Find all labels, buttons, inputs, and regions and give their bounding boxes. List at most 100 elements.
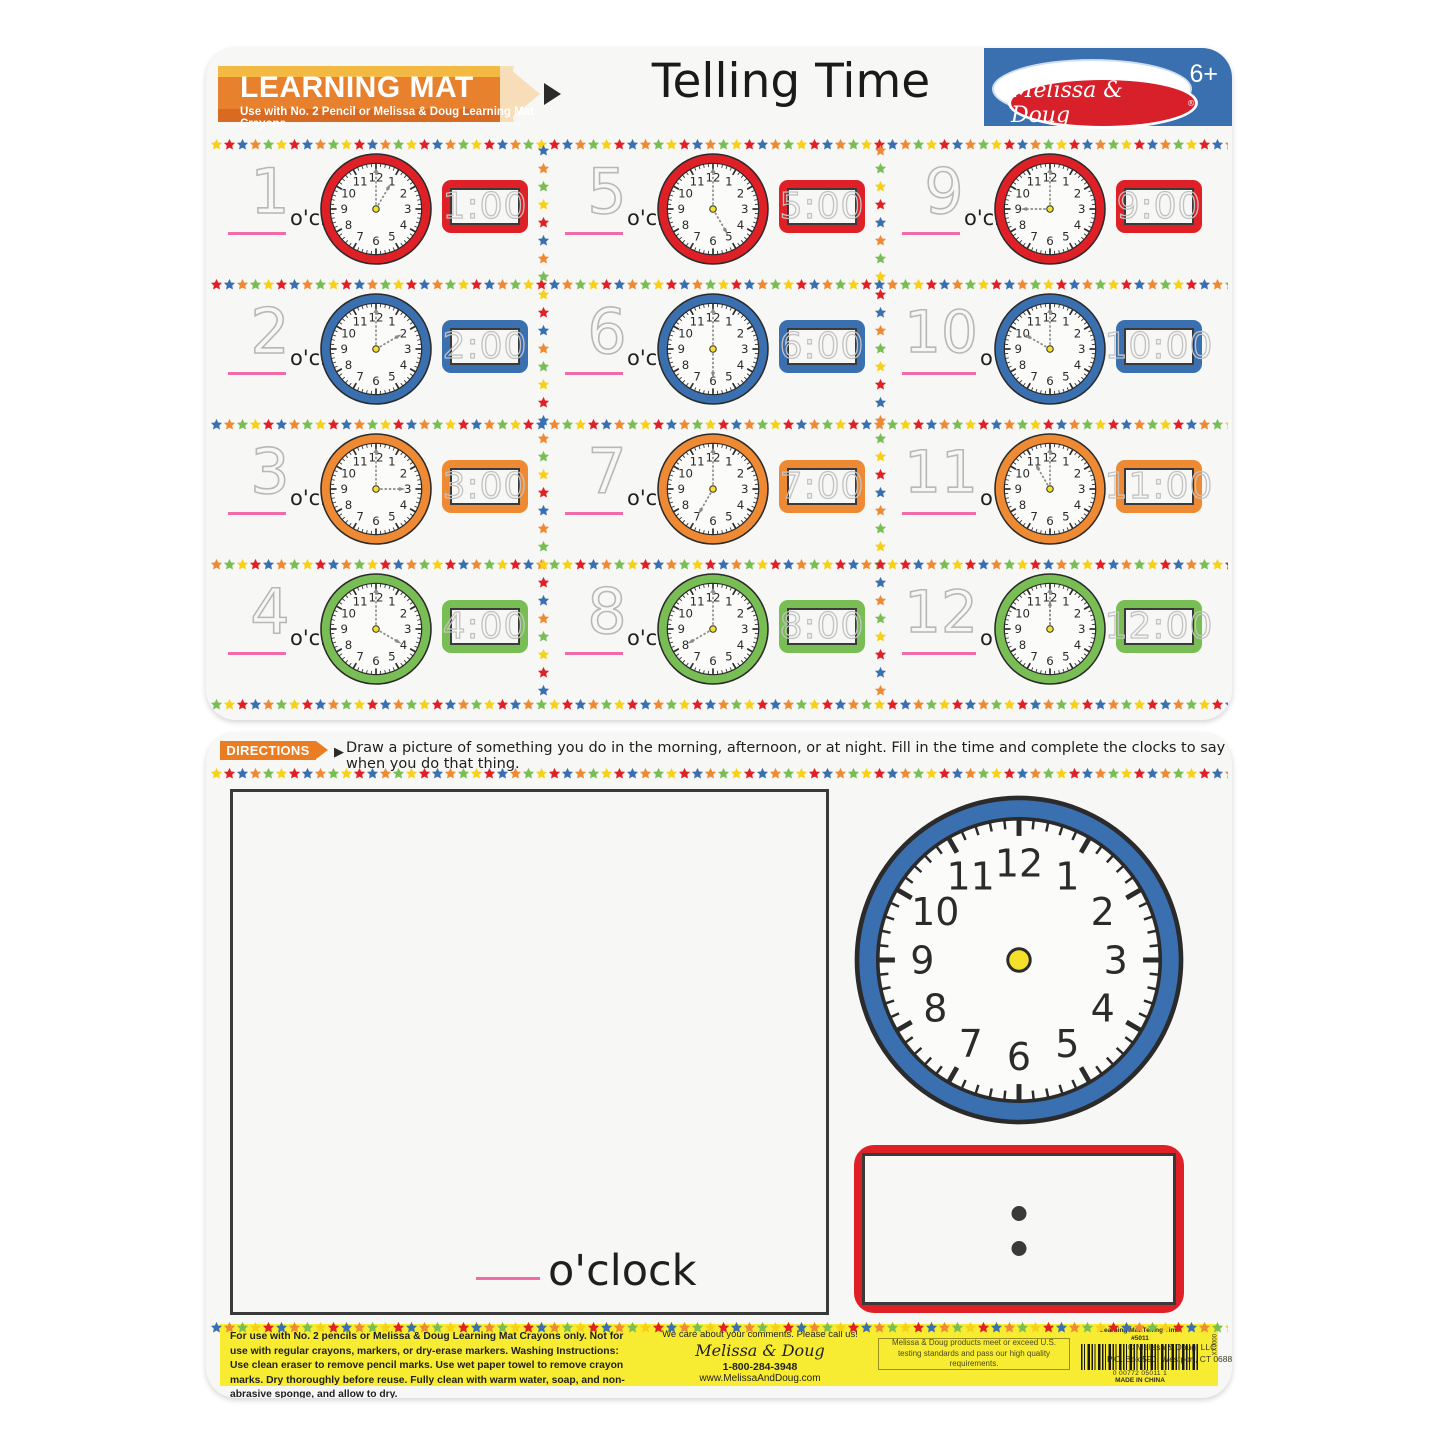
star-icon [483,278,496,291]
analog-clock[interactable]: 12 1 2 3 4 5 6 7 8 9 10 11 [320,433,432,550]
star-icon [795,278,808,291]
clock-numeral: 6 [372,234,379,248]
star-icon [366,698,379,711]
digital-clock[interactable]: 9:00 [1116,180,1202,233]
clock-exercise-cell[interactable]: 6o'clock1212345678910116:00 [547,286,874,417]
star-icon [444,698,457,711]
analog-clock[interactable]: 12 1 2 3 4 5 6 7 8 9 10 11 [994,433,1106,550]
hour-write-line[interactable] [565,372,623,375]
star-icon [1003,1321,1016,1334]
clock-exercise-cell[interactable]: 1o'clock1212345678910111:00 [210,146,537,277]
analog-clock[interactable]: 12 1 2 3 4 5 6 7 8 9 10 11 [320,293,432,410]
clock-numeral: 6 [1046,234,1053,248]
star-icon [1055,698,1068,711]
analog-clock[interactable]: 12 1 2 3 4 5 6 7 8 9 10 11 [657,433,769,550]
footer-website[interactable]: www.MelissaAndDoug.com [650,1373,870,1384]
age-badge: 6+ [1189,60,1218,88]
hour-write-line[interactable] [565,512,623,515]
clock-exercise-cell[interactable]: 2o'clock1212345678910112:00 [210,286,537,417]
hour-write-line[interactable] [902,512,976,515]
traced-hour-number[interactable]: 10 [902,294,980,370]
digital-clock[interactable]: 8:00 [779,600,865,653]
digital-clock[interactable]: 3:00 [442,460,528,513]
clock-exercise-cell[interactable]: 11o'clock12123456789101111:00 [884,426,1213,557]
analog-clock[interactable]: 12 1 2 3 4 5 6 7 8 9 10 11 [994,573,1106,690]
star-icon [769,767,782,780]
hour-write-line[interactable] [228,232,286,235]
clock-numeral: 2 [1074,466,1081,480]
traced-hour-number[interactable]: 11 [902,434,980,510]
digital-clock[interactable]: 1:00 [442,180,528,233]
digital-clock[interactable]: 4:00 [442,600,528,653]
star-icon [444,418,457,431]
digital-clock-frame: 10:00 [1104,320,1213,373]
star-icon [301,278,314,291]
analog-clock[interactable]: 12 1 2 3 4 5 6 7 8 9 10 11 [657,293,769,410]
directions-bar: DIRECTIONS ▶ Draw a picture of something… [206,739,1232,772]
clock-exercise-cell[interactable]: 7o'clock1212345678910117:00 [547,426,874,557]
analog-clock[interactable]: 12 1 2 3 4 5 6 7 8 9 10 11 [657,573,769,690]
analog-clock[interactable]: 12 1 2 3 4 5 6 7 8 9 10 11 [320,153,432,270]
clock-exercise-cell[interactable]: 12o'clock12123456789101112:00 [884,566,1213,697]
hour-write-line[interactable] [902,372,976,375]
star-icon [537,216,550,229]
drawing-time-write-line[interactable] [476,1277,540,1280]
drawing-oclock-label: o'clock [548,1246,697,1296]
star-icon [1029,278,1042,291]
hour-write-line[interactable] [228,512,286,515]
analog-clock[interactable]: 12 1 2 3 4 5 6 7 8 9 10 11 [320,573,432,690]
clock-exercise-cell[interactable]: 3o'clock1212345678910113:00 [210,426,537,557]
star-icon [405,767,418,780]
star-icon [223,138,236,151]
clock-exercise-cell[interactable]: 9o'clock1212345678910119:00 [884,146,1211,277]
star-icon [327,698,340,711]
star-icon [951,138,964,151]
star-icon [874,324,887,337]
digital-clock[interactable]: 6:00 [779,320,865,373]
star-icon [496,278,509,291]
analog-clock[interactable]: 12 1 2 3 4 5 6 7 8 9 10 11 [994,153,1106,270]
hour-write-line[interactable] [228,652,286,655]
clock-exercise-cell[interactable]: 4o'clock1212345678910114:00 [210,566,537,697]
practice-digital-clock[interactable] [854,1145,1184,1313]
hour-write-line[interactable] [565,652,623,655]
star-icon [418,138,431,151]
star-icon [990,698,1003,711]
analog-clock[interactable]: 12 1 2 3 4 5 6 7 8 9 10 11 [657,153,769,270]
star-icon [1120,767,1133,780]
star-icon [1198,698,1211,711]
star-icon [665,1321,678,1334]
digital-clock[interactable]: 5:00 [779,180,865,233]
hour-write-line[interactable] [902,652,976,655]
digital-clock[interactable]: 2:00 [442,320,528,373]
clock-exercise-cell[interactable]: 8o'clock1212345678910118:00 [547,566,874,697]
star-icon [405,138,418,151]
star-icon [886,278,899,291]
star-icon [314,278,327,291]
hour-write-line[interactable] [228,372,286,375]
star-icon [1185,278,1198,291]
star-icon [1185,418,1198,431]
clock-exercise-cell[interactable]: 5o'clock1212345678910115:00 [547,146,874,277]
clock-exercise-cell[interactable]: 10o'clock12123456789101110:00 [884,286,1213,417]
clock-numeral: 6 [1046,514,1053,528]
traced-hour-number[interactable]: 12 [902,574,980,650]
star-icon [1146,698,1159,711]
drawing-area[interactable]: o'clock [230,789,829,1315]
digital-clock[interactable]: 10:00 [1104,320,1213,373]
hour-write-line[interactable] [902,232,960,235]
digital-clock[interactable]: 12:00 [1104,600,1213,653]
practice-analog-clock[interactable]: 12 1 2 3 4 5 6 7 8 9 10 11 [854,795,1184,1125]
clock-numeral: 9 [341,202,348,216]
footer-phone[interactable]: 1-800-284-3948 [650,1361,870,1373]
star-icon [756,418,769,431]
star-icon [743,418,756,431]
star-icon [470,278,483,291]
digital-clock[interactable]: 7:00 [779,460,865,513]
star-icon [782,138,795,151]
star-icon [600,767,613,780]
analog-clock[interactable]: 12 1 2 3 4 5 6 7 8 9 10 11 [994,293,1106,410]
hour-write-line[interactable] [565,232,623,235]
star-icon [874,594,887,607]
digital-clock[interactable]: 11:00 [1104,460,1213,513]
